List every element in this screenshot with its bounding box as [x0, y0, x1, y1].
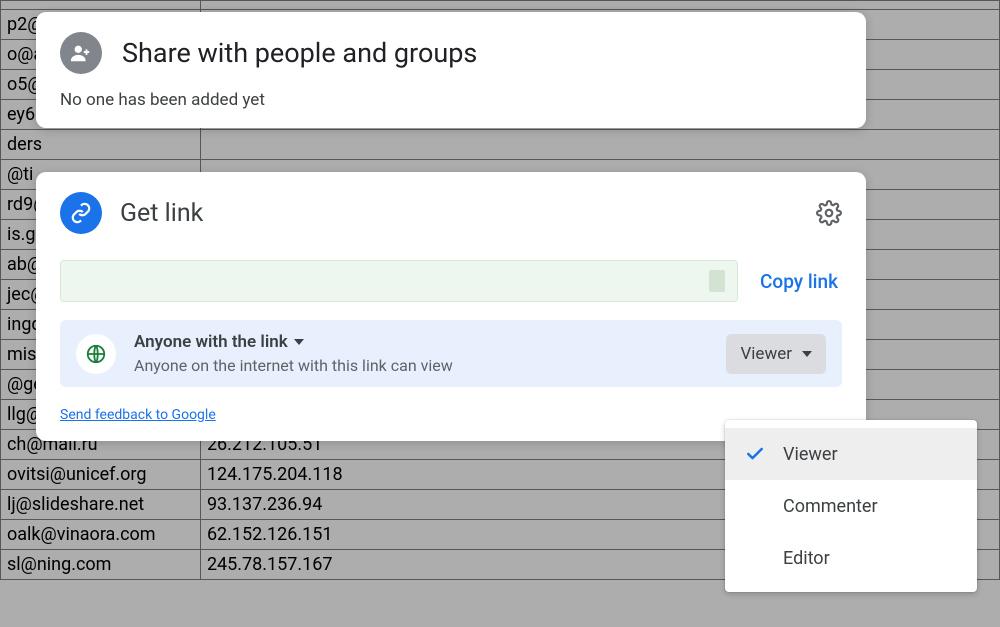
get-link-dialog: Get link Copy link Anyone with the link … — [36, 172, 866, 441]
share-title: Share with people and groups — [122, 37, 477, 69]
check-icon — [745, 444, 783, 464]
role-option-editor[interactable]: Editor — [725, 532, 977, 584]
gear-icon[interactable] — [816, 200, 842, 226]
send-feedback-link[interactable]: Send feedback to Google — [60, 407, 216, 423]
role-option-commenter[interactable]: Commenter — [725, 480, 977, 532]
get-link-title: Get link — [120, 199, 798, 228]
link-scope-description: Anyone on the internet with this link ca… — [134, 356, 708, 375]
chevron-down-icon — [294, 339, 304, 345]
share-people-dialog: Share with people and groups No one has … — [36, 12, 866, 128]
link-scope-label: Anyone with the link — [134, 332, 288, 352]
link-role-button[interactable]: Viewer — [726, 334, 826, 374]
link-scope-dropdown[interactable]: Anyone with the link — [134, 332, 708, 352]
role-option-label: Viewer — [783, 444, 838, 465]
role-option-viewer[interactable]: Viewer — [725, 428, 977, 480]
globe-icon — [76, 334, 116, 374]
link-icon — [60, 192, 102, 234]
role-option-label: Editor — [783, 548, 830, 569]
link-url-box[interactable] — [60, 260, 738, 302]
role-option-label: Commenter — [783, 496, 878, 517]
share-subtitle: No one has been added yet — [60, 90, 842, 110]
person-add-icon — [60, 32, 102, 74]
link-role-label: Viewer — [740, 344, 792, 364]
role-dropdown-menu: Viewer Commenter Editor — [725, 420, 977, 592]
link-access-row: Anyone with the link Anyone on the inter… — [60, 320, 842, 387]
chevron-down-icon — [802, 351, 812, 357]
copy-link-button[interactable]: Copy link — [760, 270, 842, 293]
